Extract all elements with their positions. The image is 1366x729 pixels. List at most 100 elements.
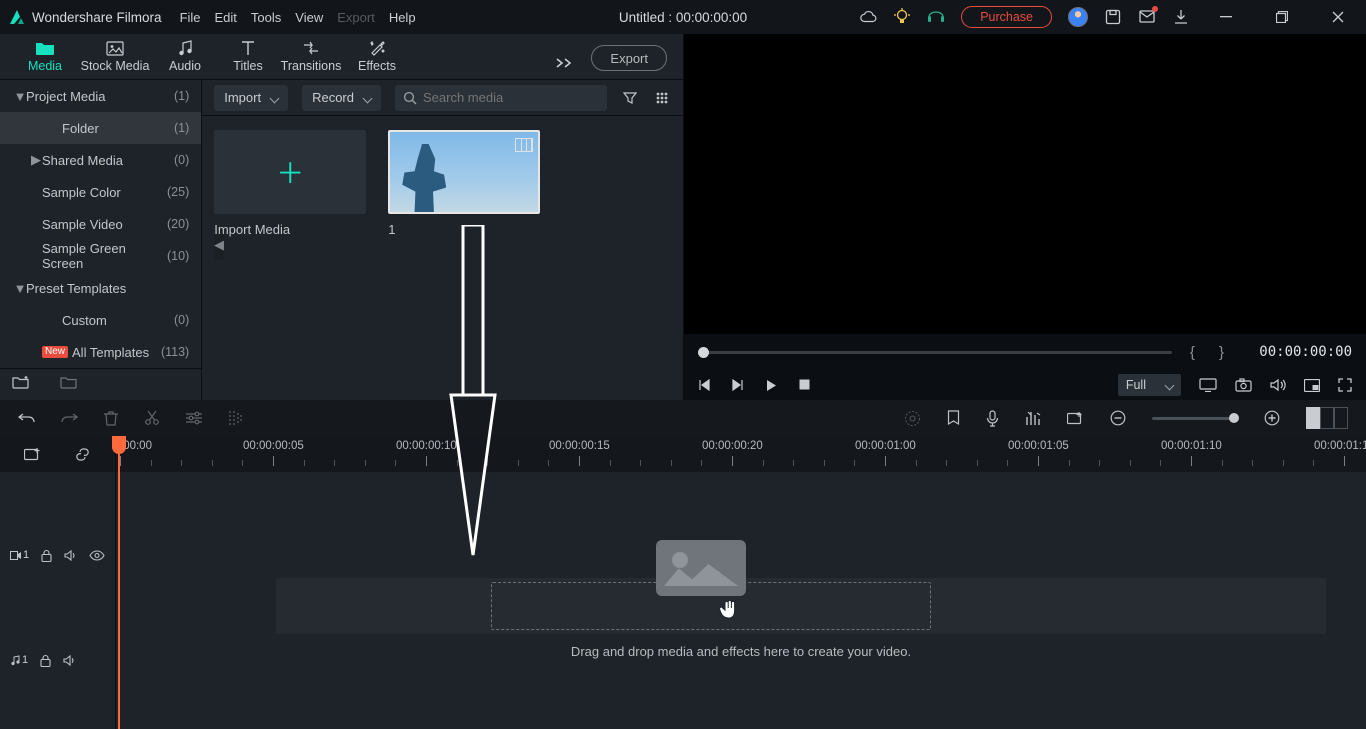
filter-icon[interactable] [621, 89, 639, 107]
tree-item-count: (113) [161, 345, 189, 359]
delete-icon[interactable] [104, 410, 118, 426]
undo-icon[interactable] [18, 411, 35, 425]
zoom-out-icon[interactable] [1110, 410, 1126, 426]
tab-titles[interactable]: Titles [220, 39, 276, 79]
track-headers: 1 1 [0, 472, 116, 729]
cloud-icon[interactable] [859, 8, 877, 26]
tree-item-count: (10) [167, 249, 189, 263]
support-icon[interactable] [927, 8, 945, 26]
play-icon[interactable] [766, 379, 777, 392]
tree-item-label: Sample Color [42, 185, 167, 200]
title-bar: Wondershare Filmora File Edit Tools View… [0, 0, 1366, 34]
tree-item[interactable]: NewAll Templates(113) [0, 336, 201, 368]
timeline-ruler[interactable]: :00:0000:00:00:0500:00:00:1000:00:00:150… [116, 436, 1366, 472]
timeline-toolbar [0, 400, 1366, 436]
preview-viewport[interactable] [684, 34, 1366, 334]
transitions-icon [302, 39, 320, 57]
timeline-tracks-area[interactable]: Drag and drop media and effects here to … [116, 472, 1366, 729]
track-display-toggle[interactable] [1306, 407, 1348, 429]
audio-track-1-header[interactable]: 1 [0, 638, 115, 682]
tree-item[interactable]: ▼Preset Templates [0, 272, 201, 304]
tree-item-count: (25) [167, 185, 189, 199]
window-maximize[interactable] [1262, 0, 1302, 34]
color-wheel-icon[interactable] [904, 410, 921, 427]
redo-icon[interactable] [61, 411, 78, 425]
step-back-icon[interactable] [698, 379, 710, 392]
expand-arrow-icon: ▼ [14, 89, 26, 104]
export-button[interactable]: Export [591, 45, 667, 71]
visibility-icon[interactable] [89, 550, 105, 561]
fullscreen-icon[interactable] [1338, 378, 1352, 392]
mute-icon[interactable] [63, 655, 76, 666]
window-minimize[interactable] [1206, 0, 1246, 34]
menu-help[interactable]: Help [389, 10, 416, 25]
stop-icon[interactable] [799, 379, 810, 392]
media-clip-1[interactable]: 1 [388, 130, 540, 237]
menu-view[interactable]: View [295, 10, 323, 25]
preview-scrub-bar: { } 00:00:00:00 [684, 334, 1366, 370]
download-icon[interactable] [1172, 8, 1190, 26]
view-grid-icon[interactable] [653, 89, 671, 107]
record-dropdown[interactable]: Record [302, 85, 381, 111]
preview-progress[interactable] [698, 351, 1172, 354]
tree-item[interactable]: Sample Video(20) [0, 208, 201, 240]
menu-file[interactable]: File [180, 10, 201, 25]
user-avatar[interactable] [1068, 7, 1088, 27]
save-icon[interactable] [1104, 8, 1122, 26]
tree-item-label: Project Media [26, 89, 174, 104]
tree-item[interactable]: Custom(0) [0, 304, 201, 336]
render-icon[interactable] [228, 410, 242, 427]
add-track-icon[interactable] [24, 447, 41, 461]
lock-icon[interactable] [41, 549, 52, 562]
tree-item[interactable]: ▼Project Media(1) [0, 80, 201, 112]
tips-icon[interactable] [893, 8, 911, 26]
more-tabs-icon[interactable] [555, 57, 573, 79]
zoom-slider[interactable] [1152, 417, 1238, 420]
search-media[interactable] [395, 85, 607, 111]
media-grid: Import Record ＋ Import Media [202, 80, 683, 400]
playhead[interactable] [118, 436, 120, 729]
search-input[interactable] [423, 90, 599, 105]
crop-settings-icon[interactable] [186, 411, 202, 425]
menu-edit[interactable]: Edit [215, 10, 237, 25]
display-icon[interactable] [1199, 378, 1217, 392]
mark-in-out-icon[interactable]: { } [1184, 344, 1240, 361]
import-media-tile[interactable]: ＋ Import Media [214, 130, 366, 237]
tab-media[interactable]: Media [10, 39, 80, 79]
tree-item[interactable]: Sample Green Screen(10) [0, 240, 201, 272]
add-marker-icon[interactable] [1067, 411, 1084, 425]
new-folder-icon[interactable] [12, 375, 30, 391]
tree-item[interactable]: ▶Shared Media(0) [0, 144, 201, 176]
step-forward-icon[interactable] [732, 379, 744, 392]
filmora-logo-icon [8, 8, 26, 26]
voiceover-icon[interactable] [986, 410, 999, 427]
tree-item[interactable]: Folder(1) [0, 112, 201, 144]
pip-icon[interactable] [1304, 379, 1320, 392]
menu-export[interactable]: Export [337, 10, 375, 25]
import-dropdown[interactable]: Import [214, 85, 288, 111]
mute-icon[interactable] [64, 550, 77, 561]
audio-track-badge: 1 [10, 654, 28, 666]
marker-icon[interactable] [947, 410, 960, 426]
purchase-button[interactable]: Purchase [961, 6, 1052, 28]
open-folder-icon[interactable] [60, 375, 78, 391]
volume-icon[interactable] [1270, 378, 1286, 392]
zoom-in-icon[interactable] [1264, 410, 1280, 426]
quality-dropdown[interactable]: Full [1118, 374, 1181, 396]
video-track-1-header[interactable]: 1 [0, 512, 115, 598]
tab-trans-label: Transitions [281, 59, 342, 73]
tab-stock-media[interactable]: Stock Media [80, 39, 150, 79]
menu-tools[interactable]: Tools [251, 10, 281, 25]
tree-item[interactable]: Sample Color(25) [0, 176, 201, 208]
tab-transitions[interactable]: Transitions [276, 39, 346, 79]
window-close[interactable] [1318, 0, 1358, 34]
audio-mixer-icon[interactable] [1025, 411, 1041, 426]
tab-audio[interactable]: Audio [150, 39, 220, 79]
tab-media-label: Media [28, 59, 62, 73]
tab-effects[interactable]: Effects [346, 39, 408, 79]
lock-icon[interactable] [40, 654, 51, 667]
link-tracks-icon[interactable] [74, 447, 91, 462]
snapshot-icon[interactable] [1235, 378, 1252, 392]
message-icon[interactable] [1138, 8, 1156, 26]
split-icon[interactable] [144, 410, 160, 426]
